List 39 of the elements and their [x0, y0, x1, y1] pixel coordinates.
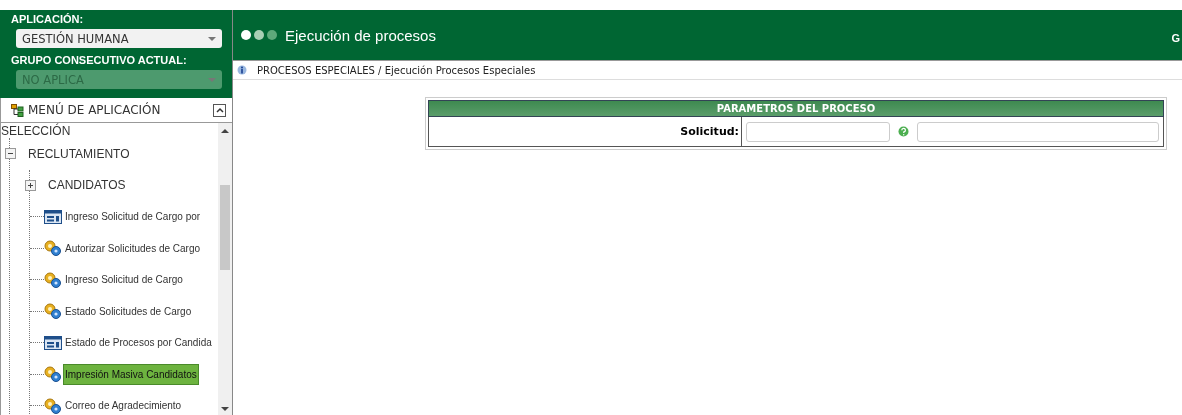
menu-item[interactable]: Ingreso Solicitud de Cargo: [63, 269, 185, 291]
menu-item[interactable]: Impresión Masiva Candidatos: [63, 363, 199, 385]
expand-toggle[interactable]: [25, 179, 36, 191]
info-icon: [237, 65, 247, 75]
chevron-up-icon: [215, 107, 224, 113]
menu-item[interactable]: Estado Solicitudes de Cargo: [63, 300, 194, 322]
scrollbar[interactable]: [218, 123, 232, 415]
caret-icon: [208, 36, 216, 41]
user-label: G: [1171, 32, 1180, 44]
dots-icon: [241, 30, 277, 40]
group-label: GRUPO CONSECUTIVO ACTUAL:: [11, 53, 188, 67]
menu-item[interactable]: Autorizar Solicitudes de Cargo: [63, 237, 203, 259]
tree-folder[interactable]: RECLUTAMIENTO: [28, 146, 130, 161]
menu-item[interactable]: Estado de Procesos por Candida: [63, 332, 214, 354]
menu-item[interactable]: Correo de Agradecimiento: [63, 395, 184, 415]
tree-icon: [11, 103, 24, 117]
tree-root-label[interactable]: SELECCIÓN: [1, 123, 71, 138]
breadcrumb: PROCESOS ESPECIALES / Ejecución Procesos Especiales: [257, 64, 536, 76]
menu-title: MENÚ DE APLICACIÓN: [28, 103, 162, 117]
input-field[interactable]: [746, 121, 890, 142]
help-icon[interactable]: [898, 126, 909, 137]
page-title: Ejecución de procesos: [285, 26, 437, 44]
gears-icon: [44, 366, 62, 383]
field-label: Solicitud:: [429, 117, 742, 146]
panel-title: PARAMETROS DEL PROCESO: [428, 100, 1164, 117]
application-dropdown[interactable]: GESTIÓN HUMANA: [16, 29, 222, 48]
description-field[interactable]: [917, 121, 1159, 142]
gears-icon: [44, 240, 62, 257]
gears-icon: [44, 303, 62, 320]
form-icon: [44, 335, 62, 350]
collapse-button[interactable]: [213, 103, 226, 117]
application-label: APLICACIÓN:: [11, 12, 85, 26]
tree-folder[interactable]: CANDIDATOS: [48, 178, 126, 193]
gears-icon: [44, 397, 62, 414]
menu-item[interactable]: Ingreso Solicitud de Cargo por: [63, 206, 203, 228]
collapse-toggle[interactable]: [5, 148, 16, 160]
caret-icon: [208, 77, 216, 82]
gears-icon: [44, 271, 62, 288]
form-icon: [44, 209, 62, 224]
